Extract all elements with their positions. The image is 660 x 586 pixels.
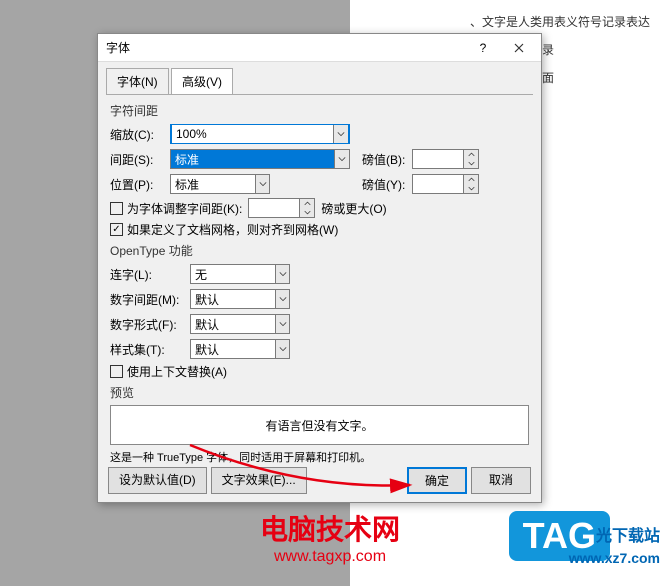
position-input[interactable] xyxy=(171,175,255,193)
close-button[interactable] xyxy=(501,36,537,60)
numspacing-combo[interactable] xyxy=(190,289,290,309)
preview-label: 预览 xyxy=(110,384,529,401)
tab-advanced[interactable]: 高级(V) xyxy=(171,68,233,94)
font-dialog: 字体 ? 字体(N) 高级(V) 字符间距 缩放(C): 间距(S): xyxy=(97,33,542,503)
position-combo[interactable] xyxy=(170,174,270,194)
spinner-up-icon[interactable] xyxy=(464,175,478,184)
preview-section: 预览 有语言但没有文字。 这是一种 TrueType 字体，同时适用于屏幕和打印… xyxy=(110,384,529,465)
scale-input[interactable] xyxy=(172,125,333,143)
preview-text: 有语言但没有文字。 xyxy=(265,417,373,434)
text-effects-button[interactable]: 文字效果(E)... xyxy=(211,467,307,494)
watermark: 电脑技术网 www.tagxp.com xyxy=(260,508,400,566)
dialog-button-row: 设为默认值(D) 文字效果(E)... 确定 取消 xyxy=(108,467,531,494)
download-site-text: 光下载站 xyxy=(596,522,660,546)
spinner-down-icon[interactable] xyxy=(464,184,478,193)
position-point-label: 磅值(Y): xyxy=(362,176,412,193)
numform-input[interactable] xyxy=(191,315,275,333)
tab-font[interactable]: 字体(N) xyxy=(106,68,169,94)
numspacing-input[interactable] xyxy=(191,290,275,308)
numform-label: 数字形式(F): xyxy=(110,316,190,333)
grid-checkbox[interactable] xyxy=(110,223,123,236)
kerning-spinner[interactable] xyxy=(248,198,315,218)
cancel-button[interactable]: 取消 xyxy=(471,467,531,494)
position-point-input[interactable] xyxy=(413,175,463,193)
chevron-down-icon[interactable] xyxy=(275,315,289,333)
chevron-down-icon[interactable] xyxy=(275,265,289,283)
dialog-title: 字体 xyxy=(106,39,465,56)
contextual-checkbox[interactable] xyxy=(110,365,123,378)
tab-strip: 字体(N) 高级(V) xyxy=(98,62,541,94)
chevron-down-icon[interactable] xyxy=(333,125,348,143)
spacing-point-input[interactable] xyxy=(413,150,463,168)
styleset-label: 样式集(T): xyxy=(110,341,190,358)
spinner-down-icon[interactable] xyxy=(300,208,314,217)
contextual-label: 使用上下文替换(A) xyxy=(127,363,227,380)
opentype-section: OpenType 功能 连字(L): 数字间距(M): 数字形式(F): xyxy=(110,242,529,380)
titlebar: 字体 ? xyxy=(98,34,541,62)
download-site-url: www.xz7.com xyxy=(569,550,660,566)
scale-label: 缩放(C): xyxy=(110,126,170,143)
grid-label: 如果定义了文档网格，则对齐到网格(W) xyxy=(127,221,338,238)
kerning-checkbox[interactable] xyxy=(110,202,123,215)
dialog-content: 字符间距 缩放(C): 间距(S): 磅值(B): xyxy=(98,94,541,477)
preview-description: 这是一种 TrueType 字体，同时适用于屏幕和打印机。 xyxy=(110,449,529,465)
char-spacing-section: 字符间距 缩放(C): 间距(S): 磅值(B): xyxy=(110,102,529,238)
section-label: OpenType 功能 xyxy=(110,242,529,259)
spacing-point-spinner[interactable] xyxy=(412,149,479,169)
spacing-combo[interactable] xyxy=(170,149,350,169)
help-button[interactable]: ? xyxy=(465,36,501,60)
watermark-url: www.tagxp.com xyxy=(260,548,400,566)
spacing-input[interactable] xyxy=(171,150,334,168)
ligature-combo[interactable] xyxy=(190,264,290,284)
styleset-combo[interactable] xyxy=(190,339,290,359)
numspacing-label: 数字间距(M): xyxy=(110,291,190,308)
chevron-down-icon[interactable] xyxy=(275,290,289,308)
spacing-point-label: 磅值(B): xyxy=(362,151,412,168)
styleset-input[interactable] xyxy=(191,340,275,358)
spacing-label: 间距(S): xyxy=(110,151,170,168)
kerning-label: 为字体调整字间距(K): xyxy=(127,200,242,217)
set-default-button[interactable]: 设为默认值(D) xyxy=(108,467,207,494)
chevron-down-icon[interactable] xyxy=(334,150,349,168)
numform-combo[interactable] xyxy=(190,314,290,334)
position-label: 位置(P): xyxy=(110,176,170,193)
close-icon xyxy=(514,43,524,53)
preview-box: 有语言但没有文字。 xyxy=(110,405,529,445)
ligature-label: 连字(L): xyxy=(110,266,190,283)
scale-combo[interactable] xyxy=(170,124,350,144)
ligature-input[interactable] xyxy=(191,265,275,283)
spinner-down-icon[interactable] xyxy=(464,159,478,168)
watermark-title: 电脑技术网 xyxy=(260,508,400,548)
spinner-up-icon[interactable] xyxy=(300,199,314,208)
section-label: 字符间距 xyxy=(110,102,529,119)
kerning-unit-label: 磅或更大(O) xyxy=(321,200,386,217)
bg-text-line: 、文字是人类用表义符号记录表达 xyxy=(470,8,650,36)
ok-button[interactable]: 确定 xyxy=(407,467,467,494)
spinner-up-icon[interactable] xyxy=(464,150,478,159)
position-point-spinner[interactable] xyxy=(412,174,479,194)
chevron-down-icon[interactable] xyxy=(255,175,269,193)
kerning-input[interactable] xyxy=(249,199,299,217)
chevron-down-icon[interactable] xyxy=(275,340,289,358)
